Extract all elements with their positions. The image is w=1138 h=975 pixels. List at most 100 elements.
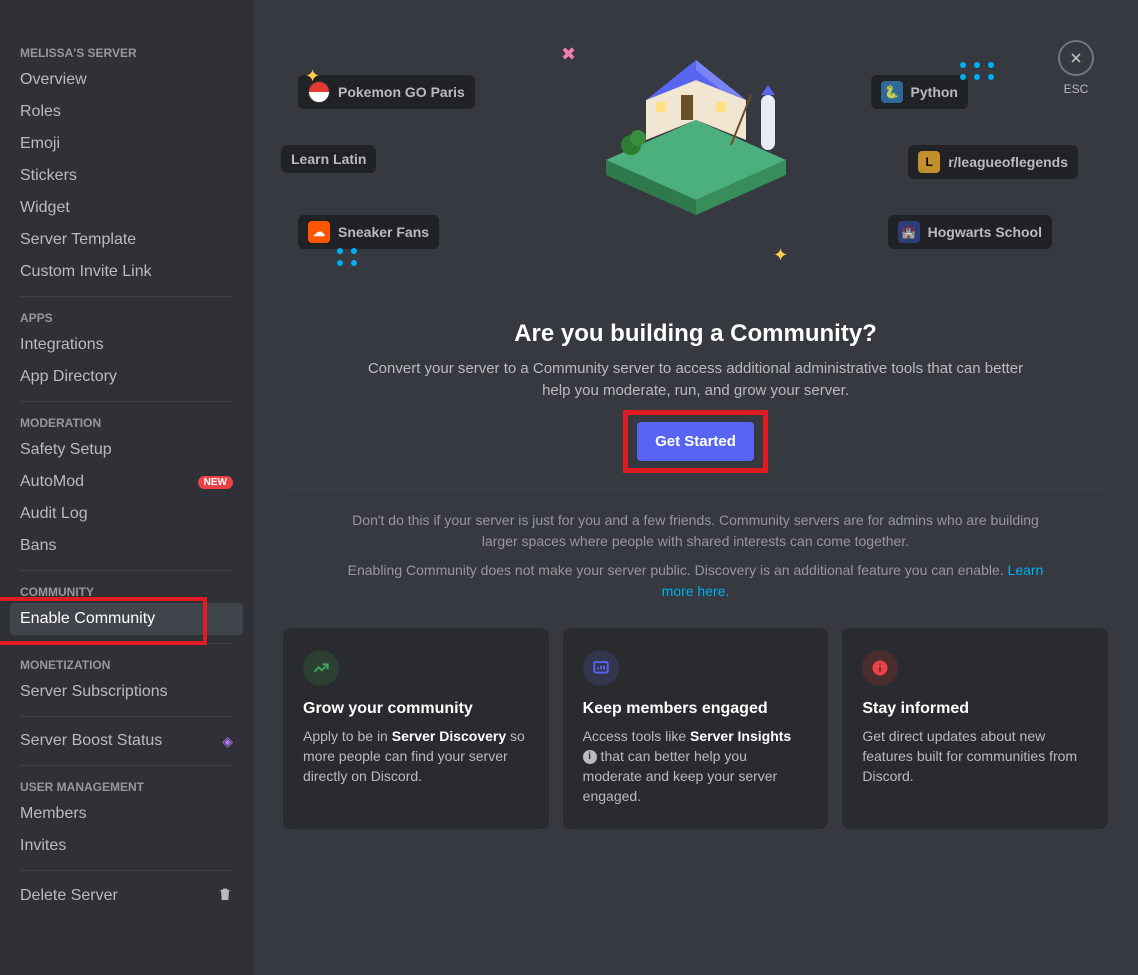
sidebar-item-members[interactable]: Members bbox=[10, 798, 243, 830]
divider bbox=[20, 296, 233, 297]
chip-label: Python bbox=[911, 84, 958, 100]
info-badge-icon: i bbox=[583, 750, 597, 764]
sidebar-item-label: Integrations bbox=[20, 336, 104, 354]
card-stay-informed: Stay informed Get direct updates about n… bbox=[842, 628, 1108, 829]
hero-banner: Pokemon GO Paris ✦ 🐍 Python Learn Latin … bbox=[283, 30, 1108, 290]
community-illustration bbox=[586, 40, 806, 240]
sidebar-item-audit-log[interactable]: Audit Log bbox=[10, 498, 243, 530]
sidebar-item-label: AutoMod bbox=[20, 473, 84, 491]
star-icon: ✦ bbox=[305, 66, 320, 87]
sidebar-item-custom-invite-link[interactable]: Custom Invite Link bbox=[10, 256, 243, 288]
server-chip-learn-latin: Learn Latin bbox=[281, 145, 376, 173]
settings-sidebar: MELISSA'S SERVER Overview Roles Emoji Stick… bbox=[0, 0, 253, 975]
cross-decoration: ✖ bbox=[561, 44, 576, 65]
chip-label: Hogwarts School bbox=[928, 224, 1042, 240]
card-title: Grow your community bbox=[303, 700, 529, 718]
server-chip-league: L r/leagueoflegends bbox=[908, 145, 1078, 179]
card-title: Keep members engaged bbox=[583, 700, 809, 718]
new-badge: NEW bbox=[198, 476, 233, 489]
divider bbox=[20, 401, 233, 402]
sidebar-item-integrations[interactable]: Integrations bbox=[10, 329, 243, 361]
server-chip-sneaker: ☁ Sneaker Fans bbox=[298, 215, 439, 249]
sidebar-item-server-boost-status[interactable]: Server Boost Status ◈ bbox=[10, 725, 243, 757]
sidebar-item-label: Roles bbox=[20, 103, 61, 121]
insights-icon bbox=[583, 650, 619, 686]
card-text: Get direct updates about new features bu… bbox=[862, 726, 1088, 787]
sidebar-item-label: Enable Community bbox=[20, 610, 155, 628]
dots-decoration bbox=[337, 248, 359, 266]
sidebar-item-label: Stickers bbox=[20, 167, 77, 185]
sidebar-item-label: Emoji bbox=[20, 135, 60, 153]
sidebar-item-safety-setup[interactable]: Safety Setup bbox=[10, 434, 243, 466]
sidebar-item-app-directory[interactable]: App Directory bbox=[10, 361, 243, 393]
soundcloud-icon: ☁ bbox=[308, 221, 330, 243]
server-chip-hogwarts: 🏰 Hogwarts School bbox=[888, 215, 1052, 249]
highlight-get-started bbox=[623, 410, 768, 473]
divider bbox=[20, 870, 233, 871]
monetization-header: MONETIZATION bbox=[10, 652, 243, 676]
user-management-header: USER MANAGEMENT bbox=[10, 774, 243, 798]
sidebar-item-server-template[interactable]: Server Template bbox=[10, 224, 243, 256]
chip-label: Sneaker Fans bbox=[338, 224, 429, 240]
sidebar-item-label: Invites bbox=[20, 837, 66, 855]
note-text-2: Enabling Community does not make your se… bbox=[346, 560, 1046, 602]
hero-subtitle: Convert your server to a Community serve… bbox=[356, 358, 1036, 402]
info-icon bbox=[862, 650, 898, 686]
sidebar-item-label: Audit Log bbox=[20, 505, 88, 523]
card-grow-community: Grow your community Apply to be in Serve… bbox=[283, 628, 549, 829]
sidebar-item-label: App Directory bbox=[20, 368, 117, 386]
sidebar-item-automod[interactable]: AutoMod NEW bbox=[10, 466, 243, 498]
chip-label: r/leagueoflegends bbox=[948, 154, 1068, 170]
sidebar-item-label: Server Template bbox=[20, 231, 136, 249]
sidebar-item-bans[interactable]: Bans bbox=[10, 530, 243, 562]
league-icon: L bbox=[918, 151, 940, 173]
sidebar-item-emoji[interactable]: Emoji bbox=[10, 128, 243, 160]
dots-decoration bbox=[960, 62, 996, 80]
card-text: Apply to be in Server Discovery so more … bbox=[303, 726, 529, 787]
trash-icon bbox=[217, 886, 233, 905]
chip-label: Pokemon GO Paris bbox=[338, 84, 465, 100]
community-header: COMMUNITY bbox=[10, 579, 243, 603]
star-icon: ✦ bbox=[773, 245, 788, 266]
server-chip-pokemon: Pokemon GO Paris bbox=[298, 75, 475, 109]
sidebar-item-enable-community[interactable]: Enable Community bbox=[10, 603, 243, 635]
divider bbox=[20, 765, 233, 766]
card-text: Access tools like Server Insights i that… bbox=[583, 726, 809, 807]
moderation-header: MODERATION bbox=[10, 410, 243, 434]
divider bbox=[20, 570, 233, 571]
main-panel: ESC Pokemon GO Pari bbox=[253, 0, 1138, 975]
sidebar-item-label: Delete Server bbox=[20, 887, 118, 905]
boost-icon: ◈ bbox=[222, 733, 233, 750]
card-title: Stay informed bbox=[862, 700, 1088, 718]
sidebar-item-label: Bans bbox=[20, 537, 56, 555]
chip-label: Learn Latin bbox=[291, 151, 366, 167]
sidebar-item-label: Members bbox=[20, 805, 87, 823]
feature-cards: Grow your community Apply to be in Serve… bbox=[283, 628, 1108, 829]
server-chip-python: 🐍 Python bbox=[871, 75, 968, 109]
sidebar-item-server-subscriptions[interactable]: Server Subscriptions bbox=[10, 676, 243, 708]
sidebar-item-overview[interactable]: Overview bbox=[10, 64, 243, 96]
python-icon: 🐍 bbox=[881, 81, 903, 103]
sidebar-item-label: Safety Setup bbox=[20, 441, 112, 459]
divider bbox=[20, 716, 233, 717]
sidebar-item-label: Widget bbox=[20, 199, 70, 217]
hero-title: Are you building a Community? bbox=[356, 320, 1036, 348]
sidebar-item-stickers[interactable]: Stickers bbox=[10, 160, 243, 192]
sidebar-item-label: Custom Invite Link bbox=[20, 263, 152, 281]
apps-header: APPS bbox=[10, 305, 243, 329]
sidebar-item-label: Server Boost Status bbox=[20, 732, 162, 750]
divider bbox=[283, 489, 1108, 490]
note-text-1: Don't do this if your server is just for… bbox=[346, 510, 1046, 552]
sidebar-item-roles[interactable]: Roles bbox=[10, 96, 243, 128]
trend-icon bbox=[303, 650, 339, 686]
hero-section: Are you building a Community? Convert yo… bbox=[356, 320, 1036, 461]
sidebar-item-invites[interactable]: Invites bbox=[10, 830, 243, 862]
sidebar-item-label: Server Subscriptions bbox=[20, 683, 168, 701]
sidebar-item-label: Overview bbox=[20, 71, 87, 89]
hogwarts-icon: 🏰 bbox=[898, 221, 920, 243]
server-name-header: MELISSA'S SERVER bbox=[10, 40, 243, 64]
sidebar-item-widget[interactable]: Widget bbox=[10, 192, 243, 224]
sidebar-item-delete-server[interactable]: Delete Server bbox=[10, 879, 243, 912]
card-members-engaged: Keep members engaged Access tools like S… bbox=[563, 628, 829, 829]
divider bbox=[20, 643, 233, 644]
